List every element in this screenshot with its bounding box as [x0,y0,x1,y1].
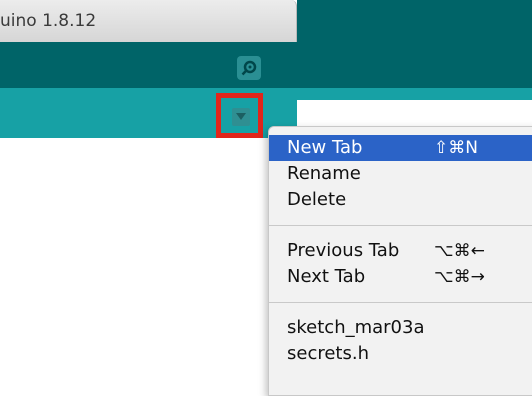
menu-item-label: secrets.h [287,343,369,364]
menu-item-shortcut: ⌥⌘→ [434,267,485,287]
menu-item-rename[interactable]: Rename [269,161,532,187]
magnifier-icon [241,60,257,76]
menu-item-label: New Tab [287,137,363,158]
serial-monitor-button[interactable] [237,56,261,80]
window-titlebar: uino 1.8.12 [0,0,297,42]
menu-item-new-tab[interactable]: New Tab ⇧⌘N [269,135,532,161]
window-title: uino 1.8.12 [0,11,97,31]
menu-item-previous-tab[interactable]: Previous Tab ⌥⌘← [269,238,532,264]
menu-separator [269,225,532,226]
menu-item-label: Previous Tab [287,240,400,261]
menu-item-label: Delete [287,189,347,210]
menu-item-label: sketch_mar03a [287,317,425,338]
menu-item-label: Rename [287,163,361,184]
menu-item-shortcut: ⇧⌘N [434,138,478,158]
menu-item-sketch-tab[interactable]: sketch_mar03a [269,315,532,341]
tab-dropdown-menu: New Tab ⇧⌘N Rename Delete Previous Tab ⌥… [268,126,532,396]
toolbar-extension [297,0,532,88]
highlight-box [216,93,263,138]
menu-item-next-tab[interactable]: Next Tab ⌥⌘→ [269,264,532,290]
menu-item-label: Next Tab [287,266,366,287]
menu-separator [269,302,532,303]
menu-item-delete[interactable]: Delete [269,187,532,213]
menu-item-sketch-tab[interactable]: secrets.h [269,341,532,367]
menu-item-shortcut: ⌥⌘← [434,241,485,261]
